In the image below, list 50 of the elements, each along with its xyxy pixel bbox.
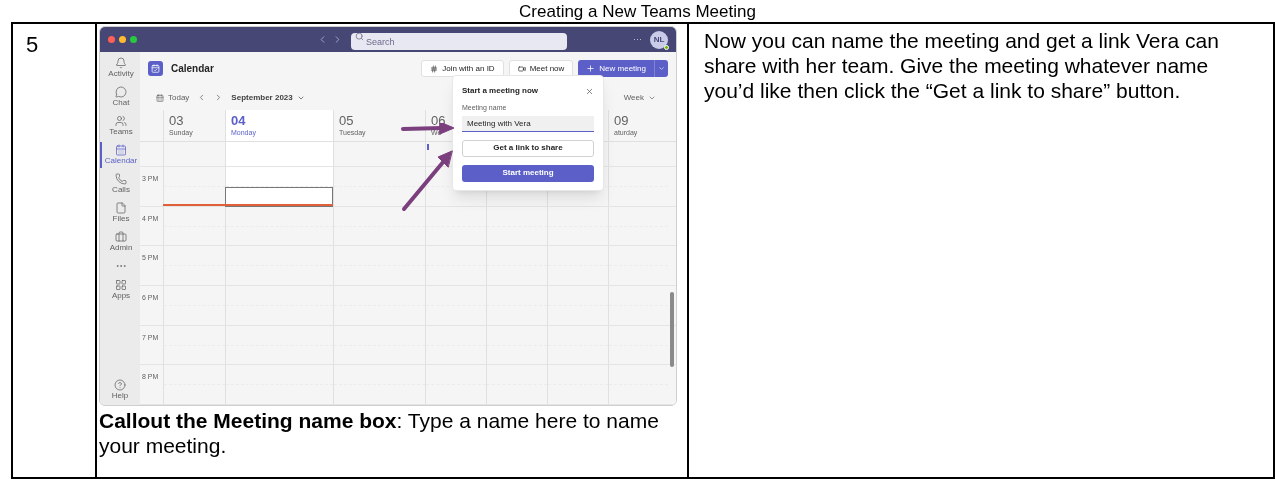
file-icon: [115, 202, 127, 214]
new-meeting-label[interactable]: New meeting: [599, 62, 646, 75]
event-marker-icon: [427, 144, 429, 150]
avatar[interactable]: NL: [650, 30, 668, 49]
screenshot-caption: Callout the Meeting name box: Type a name here to name your meeting.: [99, 408, 660, 458]
day-number: 03: [169, 113, 184, 128]
rail-item[interactable]: Activity: [100, 55, 140, 81]
new-meeting-split-button[interactable]: New meeting: [578, 60, 668, 77]
search-field[interactable]: Search: [351, 33, 567, 50]
popup-title: Start a meeting now: [462, 85, 538, 97]
start-meeting-button[interactable]: Start meeting: [462, 164, 594, 182]
rail-item[interactable]: Admin: [100, 229, 140, 255]
bell-icon: [115, 57, 127, 69]
rail-item[interactable]: Apps: [100, 277, 140, 303]
page-title: Calendar: [171, 62, 214, 76]
selected-time-slot[interactable]: [225, 187, 333, 207]
toolbar-button[interactable]: Join with an ID: [421, 60, 504, 77]
rail-item[interactable]: Files: [100, 200, 140, 226]
rail-item[interactable]: Chat: [100, 84, 140, 110]
chat-icon: [115, 86, 127, 98]
calendar-app-icon: [148, 61, 163, 76]
rail-item[interactable]: Calls: [100, 171, 140, 197]
phone-icon: [115, 173, 127, 185]
hash-icon: [430, 64, 439, 73]
get-link-button[interactable]: Get a link to share: [462, 139, 594, 157]
more-options[interactable]: ···: [633, 32, 642, 47]
step-number: 5: [26, 32, 39, 57]
calendar-icon: [156, 93, 164, 102]
calendar-icon: [115, 144, 127, 156]
step-description: Now you can name the meeting and get a link Vera can share with her team. Give the meeting whatever name you’d like then click the “Get a link to share” button.: [704, 28, 1220, 103]
video-icon: [517, 64, 526, 73]
view-picker[interactable]: Week: [623, 91, 656, 104]
today-button[interactable]: Today: [156, 91, 190, 104]
briefcase-icon: [115, 231, 127, 243]
rail-item[interactable]: Teams: [100, 113, 140, 139]
caret-icon[interactable]: [658, 65, 665, 72]
meeting-name-field[interactable]: Meeting with Vera: [462, 115, 594, 132]
scrollbar-thumb[interactable]: [670, 292, 674, 367]
day-number: 05: [339, 113, 354, 128]
document-heading: Creating a New Teams Meeting: [519, 2, 756, 22]
help-item[interactable]: Help: [111, 379, 129, 401]
people-icon: [115, 115, 127, 127]
day-number: 04: [231, 113, 246, 128]
month-picker[interactable]: September 2023: [231, 91, 305, 104]
day-number: 09: [614, 113, 629, 128]
plus-icon: [586, 64, 596, 73]
close-icon[interactable]: [585, 86, 594, 96]
search-icon: [355, 31, 364, 41]
grid-icon: [115, 279, 127, 291]
help-icon: [114, 379, 126, 391]
